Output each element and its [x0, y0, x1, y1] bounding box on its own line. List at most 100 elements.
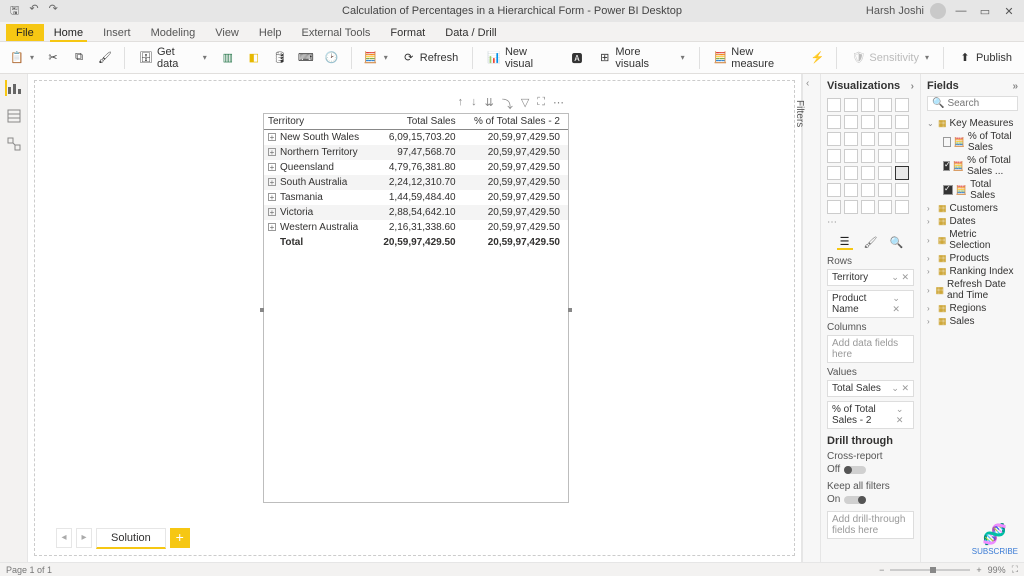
expand-icon[interactable]: + — [268, 148, 276, 156]
get-data-button[interactable]: 🗄Get data▾ — [133, 43, 213, 73]
save-icon[interactable]: 🖫 — [10, 2, 19, 21]
values-field-total-sales[interactable]: Total Sales⌄ ✕ — [827, 380, 914, 397]
col-territory[interactable]: Territory — [264, 114, 374, 130]
table-node[interactable]: ›▦Regions — [927, 302, 1018, 315]
new-measure-button[interactable]: 🧮New measure — [708, 43, 803, 73]
visual-type-tile[interactable] — [878, 98, 892, 112]
fields-tab-icon[interactable]: ☰ — [837, 234, 853, 250]
quick-measure-button[interactable]: ⚡ — [806, 48, 828, 68]
visual-type-tile[interactable] — [844, 200, 858, 214]
matrix-visual[interactable]: ↑ ↓ ⇊ ⤵ ▽ ⛶ ⋯ Territory Total Sales % of… — [263, 113, 569, 503]
visual-type-tile[interactable] — [861, 98, 875, 112]
add-page-button[interactable]: + — [170, 528, 190, 548]
visual-type-tile[interactable] — [878, 149, 892, 163]
rows-field-territory[interactable]: Territory⌄ ✕ — [827, 269, 914, 286]
table-row[interactable]: +Tasmania1,44,59,484.4020,59,97,429.50 — [264, 190, 568, 205]
visual-type-tile[interactable] — [895, 115, 909, 129]
visual-type-tile[interactable] — [827, 132, 841, 146]
visual-type-tile[interactable] — [861, 115, 875, 129]
visual-type-tile[interactable] — [844, 183, 858, 197]
expand-icon[interactable]: + — [268, 163, 276, 171]
user-avatar-icon[interactable] — [930, 3, 946, 19]
drill-up-icon[interactable]: ↑ — [458, 96, 464, 112]
focus-mode-icon[interactable]: ⛶ — [537, 96, 545, 112]
zoom-slider[interactable] — [890, 569, 970, 571]
page-tab-solution[interactable]: Solution — [96, 528, 166, 549]
table-node[interactable]: ›▦Refresh Date and Time — [927, 278, 1018, 302]
expand-icon[interactable]: + — [268, 208, 276, 216]
expand-icon[interactable]: + — [268, 223, 276, 231]
col-pct[interactable]: % of Total Sales - 2 — [464, 114, 568, 130]
undo-icon[interactable]: ↶ — [29, 2, 38, 21]
page-prev-button[interactable]: ◂ — [56, 528, 72, 548]
tab-insert[interactable]: Insert — [93, 24, 141, 41]
checkbox[interactable] — [943, 185, 953, 195]
remove-icon[interactable]: ✕ — [896, 415, 904, 425]
expand-icon[interactable]: + — [268, 178, 276, 186]
visual-type-tile[interactable] — [827, 115, 841, 129]
visual-type-tile[interactable] — [844, 149, 858, 163]
zoom-out-button[interactable]: − — [879, 565, 884, 575]
publish-button[interactable]: ⬆Publish — [952, 48, 1018, 68]
collapse-viz-icon[interactable]: › — [911, 81, 914, 92]
checkbox[interactable] — [943, 137, 951, 147]
cross-report-toggle[interactable] — [844, 466, 866, 474]
table-node[interactable]: ⌄▦Key Measures — [927, 117, 1018, 130]
model-view-button[interactable] — [6, 136, 22, 152]
table-row[interactable]: +Western Australia2,16,31,338.6020,59,97… — [264, 220, 568, 235]
copy-button[interactable]: ⧉ — [68, 48, 90, 68]
tab-modeling[interactable]: Modeling — [141, 24, 206, 41]
columns-well[interactable]: Add data fields here — [827, 335, 914, 363]
table-node[interactable]: ›▦Metric Selection — [927, 228, 1018, 252]
recent-sources-button[interactable]: 🕑 — [321, 48, 343, 68]
table-row[interactable]: +Northern Territory97,47,568.7020,59,97,… — [264, 145, 568, 160]
visual-type-tile[interactable] — [878, 183, 892, 197]
drill-through-well[interactable]: Add drill-through fields here — [827, 511, 914, 539]
fields-search[interactable]: 🔍 — [927, 96, 1018, 111]
visual-type-tile[interactable] — [827, 200, 841, 214]
visual-type-tile[interactable] — [861, 200, 875, 214]
col-total-sales[interactable]: Total Sales — [374, 114, 464, 130]
checkbox[interactable] — [943, 161, 950, 171]
tab-format[interactable]: Format — [380, 24, 435, 41]
more-visuals-button[interactable]: ⊞More visuals▾ — [592, 43, 691, 73]
close-button[interactable]: ✕ — [1000, 5, 1018, 18]
tab-external-tools[interactable]: External Tools — [292, 24, 381, 41]
more-options-icon[interactable]: ⋯ — [553, 96, 564, 112]
expand-all-icon[interactable]: ⤵ — [502, 96, 513, 112]
filters-pane-collapsed[interactable]: ‹ Filters — [802, 74, 820, 562]
measure-node[interactable]: 🧮% of Total Sales — [943, 130, 1018, 154]
visual-type-tile[interactable] — [861, 166, 875, 180]
visual-type-tile[interactable] — [827, 149, 841, 163]
visual-type-tile[interactable] — [844, 98, 858, 112]
table-row[interactable]: +Victoria2,88,54,642.1020,59,97,429.50 — [264, 205, 568, 220]
enter-data-button[interactable]: ⌨ — [295, 48, 317, 68]
remove-icon[interactable]: ✕ — [892, 304, 900, 314]
format-painter-button[interactable]: 🖌 — [94, 48, 116, 68]
tab-help[interactable]: Help — [249, 24, 292, 41]
filter-icon[interactable]: ▽ — [521, 96, 529, 112]
visual-type-tile[interactable] — [861, 132, 875, 146]
visual-type-tile[interactable] — [844, 115, 858, 129]
minimize-button[interactable]: — — [952, 5, 970, 17]
refresh-button[interactable]: ⟳Refresh — [396, 48, 465, 68]
keep-filters-toggle[interactable] — [844, 496, 866, 504]
measure-node[interactable]: 🧮Total Sales — [943, 178, 1018, 202]
drill-down-icon[interactable]: ↓ — [471, 96, 477, 112]
transform-data-button[interactable]: 🧮▾ — [360, 48, 392, 68]
user-name[interactable]: Harsh Joshi — [866, 5, 924, 17]
visual-type-tile[interactable] — [827, 166, 841, 180]
visual-type-tile[interactable] — [895, 149, 909, 163]
expand-icon[interactable]: + — [268, 193, 276, 201]
search-input[interactable] — [947, 98, 1013, 109]
visual-type-tile[interactable] — [895, 166, 909, 180]
visual-type-tile[interactable] — [827, 183, 841, 197]
page-next-button[interactable]: ▸ — [76, 528, 92, 548]
rows-field-product-name[interactable]: Product Name⌄ ✕ — [827, 290, 914, 318]
table-row[interactable]: +South Australia2,24,12,310.7020,59,97,4… — [264, 175, 568, 190]
table-row[interactable]: +New South Wales6,09,15,703.2020,59,97,4… — [264, 130, 568, 146]
cut-button[interactable]: ✂ — [42, 48, 64, 68]
visual-type-tile[interactable] — [878, 166, 892, 180]
visual-type-tile[interactable] — [844, 132, 858, 146]
analytics-tab-icon[interactable]: 🔍 — [889, 234, 905, 250]
